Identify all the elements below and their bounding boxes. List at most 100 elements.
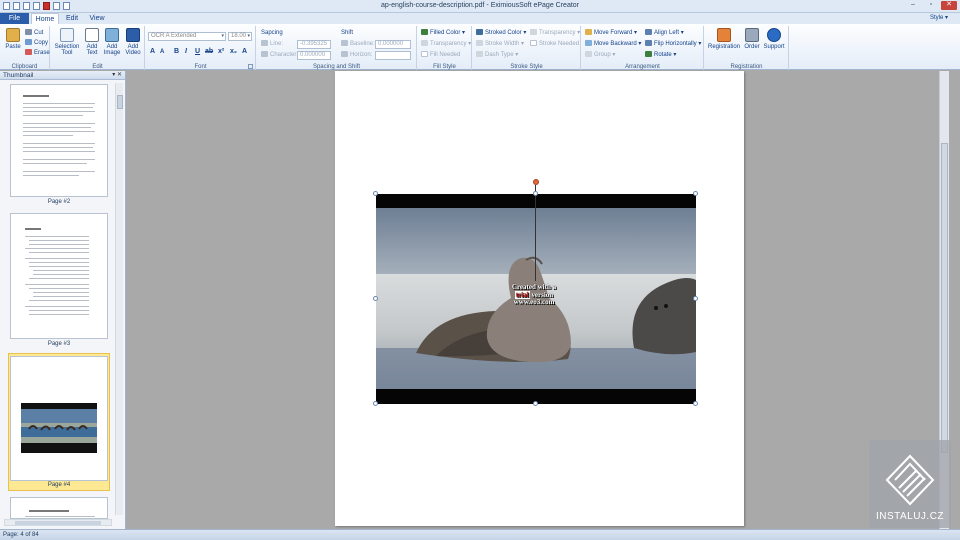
baseline-input[interactable]: 0.000000 bbox=[375, 40, 411, 49]
document-canvas[interactable]: Created with a trial version www.eo3.com bbox=[128, 71, 949, 529]
italic-icon[interactable]: I bbox=[185, 48, 187, 55]
document-page[interactable]: Created with a trial version www.eo3.com bbox=[335, 71, 744, 526]
paste-button[interactable]: Paste bbox=[2, 28, 24, 50]
move-backward-button[interactable]: Move Backward ▾ bbox=[585, 40, 641, 49]
window-title: ap-english-course-description.pdf - Exim… bbox=[380, 2, 580, 9]
line-spacing-input[interactable]: -0.395325 bbox=[297, 40, 331, 49]
filled-color-button[interactable]: Filled Color ▾ bbox=[421, 29, 465, 38]
thumbnail-label-page-4: Page #4 bbox=[47, 482, 71, 488]
baseline-label: Baseline: bbox=[341, 40, 375, 49]
stroke-needed-checkbox[interactable]: Stroke Needed bbox=[530, 40, 579, 49]
font-size-combo[interactable]: 18.00 ▾ bbox=[228, 32, 252, 41]
ribbon-tabs: File Home Edit View Style ▾ bbox=[0, 13, 960, 24]
thumbnail-label-page-2: Page #2 bbox=[47, 199, 71, 205]
minimize-icon[interactable]: – bbox=[905, 1, 921, 10]
resize-handle-tl[interactable] bbox=[373, 191, 378, 196]
support-icon bbox=[767, 28, 781, 42]
rotation-guide bbox=[535, 185, 536, 281]
copy-button[interactable]: Copy bbox=[25, 39, 48, 48]
fill-needed-checkbox[interactable]: Fill Needed bbox=[421, 51, 460, 60]
baseline-icon bbox=[341, 40, 348, 47]
add-image-button[interactable]: Add Image bbox=[101, 28, 123, 56]
resize-handle-br[interactable] bbox=[693, 401, 698, 406]
font-color-icon[interactable]: A bbox=[242, 48, 247, 55]
character-spacing-icon bbox=[261, 51, 268, 58]
horizon-label: Horizon: bbox=[341, 51, 372, 60]
order-button[interactable]: Order bbox=[741, 28, 763, 50]
erase-button[interactable]: Erase bbox=[25, 49, 50, 58]
support-button[interactable]: Support bbox=[763, 28, 785, 50]
group-label-clipboard: Clipboard bbox=[11, 64, 38, 70]
stroke-width-button[interactable]: Stroke Width ▾ bbox=[476, 40, 524, 49]
horizon-icon bbox=[341, 51, 348, 58]
resize-handle-r[interactable] bbox=[693, 296, 698, 301]
group-button[interactable]: Group ▾ bbox=[585, 51, 615, 60]
rotate-handle[interactable] bbox=[533, 179, 539, 185]
thumbnail-scrollbar[interactable] bbox=[115, 83, 123, 515]
transparency-icon bbox=[530, 29, 537, 36]
grow-font-icon[interactable]: A bbox=[150, 48, 155, 55]
thumbnail-page-3[interactable] bbox=[10, 213, 108, 339]
align-left-button[interactable]: Align Left ▾ bbox=[645, 29, 684, 38]
shrink-font-icon[interactable]: A bbox=[160, 49, 164, 55]
character-spacing-input[interactable]: 0.000000 bbox=[297, 51, 331, 60]
resize-handle-b[interactable] bbox=[533, 401, 538, 406]
group-spacing: Sapcing Line: -0.395325 Character: 0.000… bbox=[257, 26, 417, 70]
thumbnail-hscrollbar[interactable] bbox=[4, 519, 112, 526]
strikethrough-icon[interactable]: ab bbox=[205, 48, 213, 55]
stroked-color-button[interactable]: Stroked Color ▾ bbox=[476, 29, 526, 38]
font-name-combo[interactable]: OCR A Extended ▾ bbox=[148, 32, 226, 41]
canvas-scroll-knob[interactable] bbox=[941, 143, 948, 453]
group-stroke: Stroked Color ▾ Transparency ▾ Stroke Wi… bbox=[473, 26, 581, 70]
tab-home[interactable]: Home bbox=[31, 13, 59, 24]
dash-type-button[interactable]: Dash Type ▾ bbox=[476, 51, 518, 60]
selection-tool-button[interactable]: Selection Tool bbox=[53, 28, 81, 56]
group-font: OCR A Extended ▾ 18.00 ▾ A A B I U ab x² x… bbox=[146, 26, 256, 70]
stroke-transparency-button[interactable]: Transparency ▾ bbox=[530, 29, 580, 38]
tab-view[interactable]: View bbox=[86, 13, 108, 24]
thumbnail-page-4[interactable] bbox=[10, 356, 108, 481]
move-forward-button[interactable]: Move Forward ▾ bbox=[585, 29, 637, 38]
horizon-input[interactable] bbox=[375, 51, 411, 60]
resize-handle-bl[interactable] bbox=[373, 401, 378, 406]
group-fill: Filled Color ▾ Transparency ▾ Fill Neede… bbox=[418, 26, 472, 70]
badge-logo-icon bbox=[885, 454, 935, 506]
thumbnail-scroll-knob[interactable] bbox=[117, 95, 123, 109]
resize-handle-t[interactable] bbox=[533, 191, 538, 196]
style-menu[interactable]: Style ▾ bbox=[930, 13, 948, 24]
font-dialog-launcher-icon[interactable] bbox=[248, 64, 253, 69]
thumbnail-hscroll-knob[interactable] bbox=[15, 521, 101, 525]
thumbnail-title: Thumbnail bbox=[3, 72, 34, 79]
underline-icon[interactable]: U bbox=[195, 48, 200, 55]
thumbnail-page-2[interactable] bbox=[10, 84, 108, 197]
close-icon[interactable]: ✕ bbox=[941, 1, 957, 10]
cut-button[interactable]: Cut bbox=[25, 29, 43, 38]
tab-file[interactable]: File bbox=[0, 13, 29, 24]
add-text-button[interactable]: Add Text bbox=[81, 28, 103, 56]
order-icon bbox=[745, 28, 759, 42]
subscript-icon[interactable]: x₂ bbox=[230, 48, 237, 55]
pane-controls: ▾ ✕ bbox=[112, 71, 122, 80]
close-pane-icon[interactable]: ✕ bbox=[117, 72, 122, 78]
fill-transparency-button[interactable]: Transparency ▾ bbox=[421, 40, 471, 49]
resize-handle-tr[interactable] bbox=[693, 191, 698, 196]
sapcing-title: Sapcing bbox=[261, 30, 283, 36]
rotate-button[interactable]: Rotate ▾ bbox=[645, 51, 676, 60]
flip-horizontally-button[interactable]: Flip Horizontally ▾ bbox=[645, 40, 701, 49]
add-image-icon bbox=[105, 28, 119, 42]
maximize-icon[interactable]: ▫ bbox=[923, 1, 939, 10]
pin-icon[interactable]: ▾ bbox=[112, 72, 115, 78]
superscript-icon[interactable]: x² bbox=[218, 48, 224, 55]
group-registration: Registration Order Support Registration bbox=[705, 26, 789, 70]
registration-icon bbox=[717, 28, 731, 42]
thumbnail-page-5[interactable] bbox=[10, 497, 108, 519]
bold-icon[interactable]: B bbox=[174, 48, 179, 55]
checkbox-icon bbox=[530, 40, 537, 47]
move-forward-icon bbox=[585, 29, 592, 36]
registration-button[interactable]: Registration bbox=[707, 28, 741, 50]
add-video-button[interactable]: Add Video bbox=[122, 28, 144, 56]
resize-handle-l[interactable] bbox=[373, 296, 378, 301]
tab-edit[interactable]: Edit bbox=[61, 13, 83, 24]
group-label-registration: Registration bbox=[730, 64, 763, 70]
video-object[interactable]: Created with a trial version www.eo3.com bbox=[376, 194, 696, 404]
